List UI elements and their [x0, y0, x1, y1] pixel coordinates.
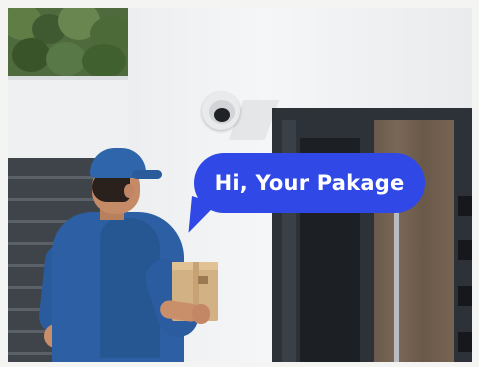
package-label	[198, 276, 208, 284]
camera-lens	[214, 108, 230, 122]
door-vent	[458, 240, 472, 260]
right-hand	[192, 304, 210, 324]
hedge	[8, 8, 128, 76]
door-handle	[394, 200, 399, 362]
garden-wall-cap	[8, 76, 128, 80]
delivery-person	[37, 148, 230, 362]
ear	[124, 184, 134, 198]
door-vent	[458, 332, 472, 352]
photo-scene: Hi, Your Pakage	[0, 0, 479, 367]
door-vent	[458, 286, 472, 306]
door-vent	[458, 196, 472, 216]
speech-bubble-text: Hi, Your Pakage	[214, 171, 405, 195]
cap-brim	[132, 170, 162, 179]
garden-wall	[8, 76, 128, 158]
